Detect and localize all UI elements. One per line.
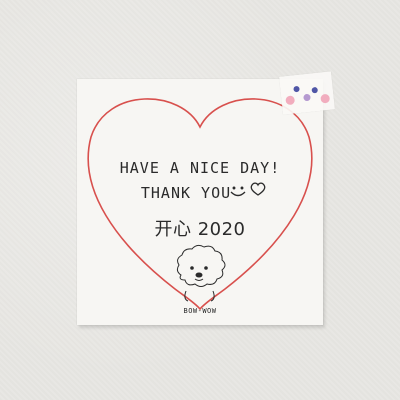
- sticker-eye-right: [311, 86, 319, 94]
- greeting-line-3: 开心 2020: [154, 219, 246, 240]
- face-sticker: [279, 71, 335, 115]
- greeting-line-2: THANK YOU: [140, 184, 232, 202]
- sticker-cheek-right: [320, 93, 331, 104]
- sticker-cheek-left: [285, 95, 296, 106]
- greeting-line-1: HAVE A NICE DAY!: [119, 159, 281, 177]
- sticker-mouth: [303, 93, 311, 102]
- greeting-card: HAVE A NICE DAY! THANK YOU 开心 2020 BOW-W…: [77, 79, 323, 325]
- heart-outline: [87, 98, 313, 311]
- sticker-eye-left: [293, 85, 300, 93]
- poodle-dog-drawing: [176, 244, 226, 302]
- dog-label: BOW-WOW: [183, 307, 217, 315]
